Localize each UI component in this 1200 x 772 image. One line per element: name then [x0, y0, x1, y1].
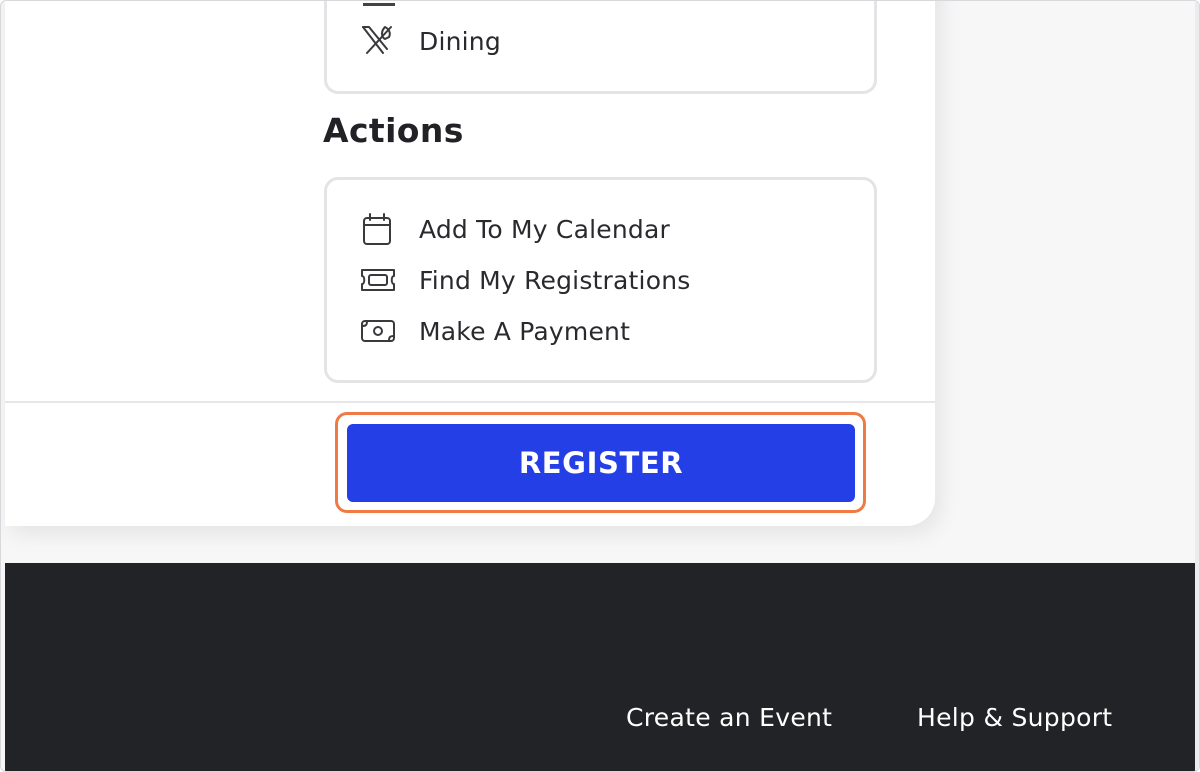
action-label: Add To My Calendar — [419, 214, 670, 244]
actions-heading: Actions — [323, 111, 464, 150]
money-icon — [359, 311, 399, 351]
card-divider — [5, 401, 935, 403]
action-make-payment[interactable]: Make A Payment — [359, 311, 630, 351]
window-edge — [1195, 1, 1199, 771]
calendar-icon — [359, 209, 399, 249]
action-label: Find My Registrations — [419, 265, 691, 295]
register-button[interactable]: REGISTER — [347, 424, 855, 502]
partial-icon — [363, 3, 395, 6]
action-add-to-calendar[interactable]: Add To My Calendar — [359, 209, 670, 249]
ticket-icon — [359, 260, 399, 300]
fork-knife-icon — [359, 21, 399, 61]
action-find-registrations[interactable]: Find My Registrations — [359, 260, 690, 300]
info-item-label: Dining — [419, 26, 501, 56]
info-item-dining: Dining — [359, 21, 501, 61]
footer-link-help-support[interactable]: Help & Support — [917, 703, 1112, 732]
footer-link-create-event[interactable]: Create an Event — [626, 703, 832, 732]
browser-frame: Dining Actions Add To My Calendar Find M… — [0, 0, 1200, 772]
action-label: Make A Payment — [419, 316, 631, 346]
site-footer — [5, 563, 1197, 771]
